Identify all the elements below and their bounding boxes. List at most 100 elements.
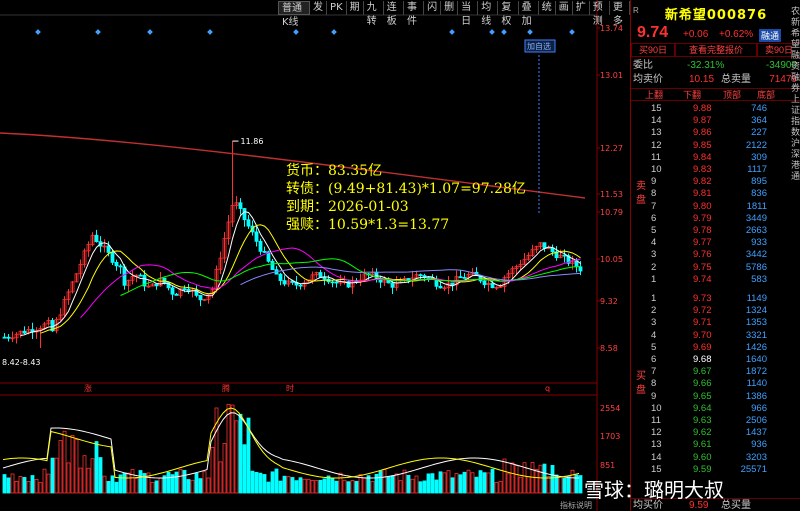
weibi-row: 委比 -32.31% -34900 (631, 59, 800, 72)
ask-row[interactable]: 10 9.83 1117 (631, 164, 800, 176)
ask-row[interactable]: 1 9.74 583 (631, 274, 800, 286)
avg-sell-label: 均卖价 (633, 74, 663, 85)
bid-row[interactable]: 8 9.66 1140 (631, 378, 800, 390)
volume-bar (182, 469, 187, 494)
bid-row[interactable]: 13 9.61 936 (631, 439, 800, 451)
toolbar-item-4[interactable]: 九转 (364, 1, 384, 27)
kline-svg[interactable]: 13.7413.0112.2711.5310.7910.059.328.5825… (0, 0, 630, 511)
vertical-ticker[interactable]: 农新希望融资融券上证指数沪深港通 (791, 6, 800, 182)
volume-bar (266, 481, 271, 494)
toolbar-item-16[interactable]: 预测 (590, 1, 610, 27)
level: 4 (651, 329, 657, 341)
toolbar-item-15[interactable]: 扩 (573, 1, 590, 15)
ask-row[interactable]: 14 9.87 364 (631, 115, 800, 127)
top-button[interactable]: 顶部 (723, 89, 741, 102)
ask-row[interactable]: 2 9.75 5786 (631, 262, 800, 274)
page-up-button[interactable]: 上翻 (645, 89, 663, 102)
candle-body (330, 281, 335, 284)
toolbar-item-2[interactable]: PK (327, 1, 347, 15)
volume-bar (546, 476, 551, 494)
ask-row[interactable]: 8 9.81 836 (631, 188, 800, 200)
toolbar-item-0[interactable]: 普通K线 (278, 1, 311, 28)
bottom-button[interactable]: 底部 (757, 89, 775, 102)
level: 9 (651, 390, 657, 402)
toolbar-item-3[interactable]: 期 (347, 1, 364, 15)
volume-bar (562, 477, 567, 494)
toolbar-item-8[interactable]: 删 (441, 1, 459, 15)
bid-row[interactable]: 7 9.67 1872 (631, 366, 800, 378)
weibi-value: -32.31% (687, 60, 725, 71)
volume-bar (502, 458, 507, 494)
ask-row[interactable]: 12 9.85 2122 (631, 140, 800, 152)
price-change-pct: +0.62% (719, 29, 754, 40)
toolbar-item-9[interactable]: 当日 (458, 1, 479, 27)
event-label: 腾 (222, 383, 230, 393)
price: 9.66 (693, 378, 712, 390)
ask-row[interactable]: 13 9.86 227 (631, 127, 800, 139)
price-tick: 8.58 (600, 344, 618, 353)
volume-bar (26, 481, 31, 494)
toolbar-item-13[interactable]: 统 (539, 1, 556, 15)
ask-row[interactable]: 4 9.77 933 (631, 237, 800, 249)
toolbar-item-14[interactable]: 画 (556, 1, 573, 15)
volume-bar (22, 477, 27, 494)
toolbar-item-1[interactable]: 发 (310, 1, 328, 15)
candle-body (482, 280, 487, 286)
bid-row[interactable]: 2 9.72 1324 (631, 305, 800, 317)
price-tick: 13.01 (600, 71, 623, 80)
bid-row[interactable]: 9 9.65 1386 (631, 391, 800, 403)
volume-bar (482, 472, 487, 494)
ask-row[interactable]: 7 9.80 1811 (631, 201, 800, 213)
toolbar-item-6[interactable]: 事件 (404, 1, 425, 27)
toolbar-item-17[interactable]: 更多 (610, 1, 631, 27)
level: 6 (651, 212, 657, 224)
volume-bar (66, 462, 71, 494)
low-label: 8.42-8.43 (2, 358, 41, 367)
bid-row[interactable]: 3 9.71 1353 (631, 317, 800, 329)
ask-row[interactable]: 15 9.88 746 (631, 103, 800, 115)
volume-bar (322, 478, 327, 494)
volume-bar (298, 477, 303, 494)
bid-row[interactable]: 10 9.64 966 (631, 403, 800, 415)
price: 9.68 (693, 354, 712, 365)
buy-90-button[interactable]: 买90日 (631, 43, 675, 57)
total-buy-label: 总买量 (721, 500, 751, 511)
event-marker (331, 29, 337, 35)
volume-bar (434, 479, 439, 494)
ask-row[interactable]: 6 9.79 3449 (631, 213, 800, 225)
toolbar-item-10[interactable]: 均线 (478, 1, 499, 27)
event-marker (569, 29, 575, 35)
bid-row[interactable]: 4 9.70 3321 (631, 330, 800, 342)
ask-row[interactable]: 9 9.82 895 (631, 176, 800, 188)
toolbar-item-11[interactable]: 复权 (498, 1, 519, 27)
page-down-button[interactable]: 下翻 (683, 89, 701, 102)
price: 9.84 (693, 151, 712, 163)
bid-row[interactable]: 14 9.60 3203 (631, 452, 800, 464)
margin-badge[interactable]: 融通 (759, 29, 782, 42)
bid-row[interactable]: 1 9.73 1149 (631, 293, 800, 305)
toolbar-item-5[interactable]: 连板 (384, 1, 404, 27)
bid-row[interactable]: 5 9.69 1426 (631, 342, 800, 354)
candle-body (138, 274, 143, 277)
kline-chart[interactable]: 13.74 13.01 12.27 11.53 10.79 10.05 9.32 8.58 25… (0, 0, 631, 511)
ask-row[interactable]: 11 9.84 309 (631, 152, 800, 164)
toolbar-item-7[interactable]: 闪 (424, 1, 442, 15)
candle-body (2, 336, 7, 339)
candle-body (174, 293, 179, 296)
volume-bar (90, 458, 95, 494)
toolbar-item-12[interactable]: 叠加 (519, 1, 539, 27)
volume-bar (550, 464, 555, 494)
volume-bar (542, 463, 547, 494)
level: 11 (651, 415, 661, 426)
volume-bar (526, 476, 531, 494)
level: 9 (651, 176, 657, 188)
volume-bar (166, 471, 171, 494)
full-quote-button[interactable]: 查看完整报价 (675, 43, 757, 57)
bid-row[interactable]: 11 9.63 2506 (631, 415, 800, 427)
ask-row[interactable]: 5 9.78 2663 (631, 225, 800, 237)
bid-row[interactable]: 12 9.62 1437 (631, 427, 800, 439)
price: 9.70 (693, 329, 712, 341)
bid-row[interactable]: 6 9.68 1640 (631, 354, 800, 366)
ask-row[interactable]: 3 9.76 3442 (631, 249, 800, 261)
volume-bar (98, 457, 103, 494)
